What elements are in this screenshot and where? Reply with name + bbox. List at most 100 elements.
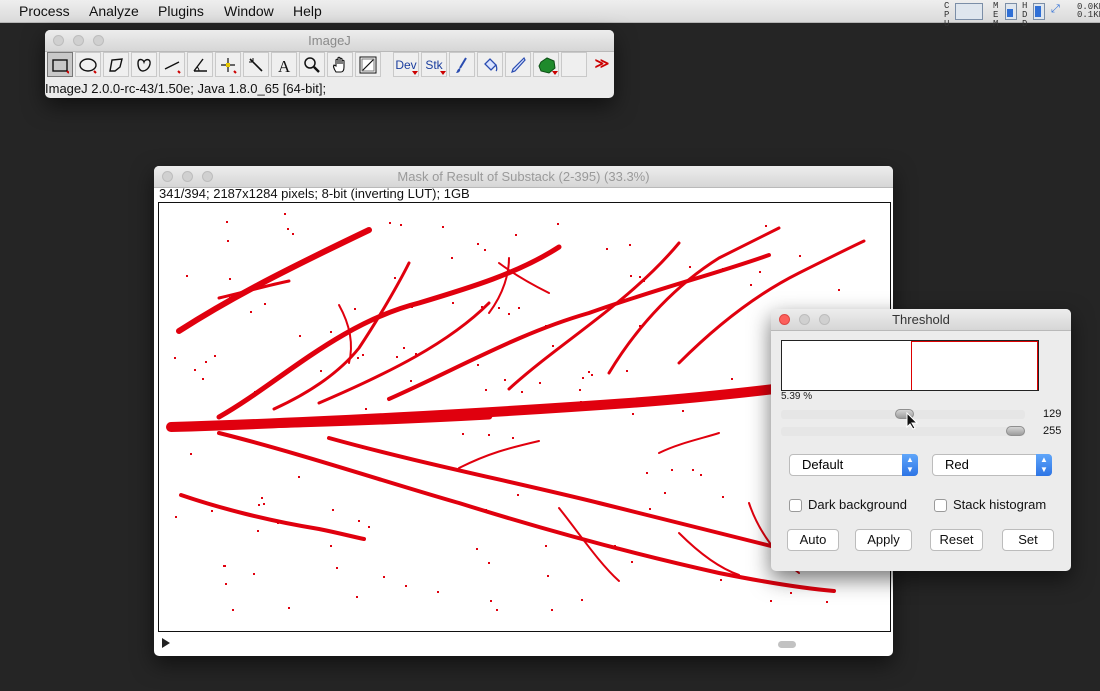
text-tool[interactable]: A	[271, 52, 297, 77]
slice-scroll-thumb[interactable]	[778, 641, 796, 648]
set-button[interactable]: Set	[1002, 529, 1054, 551]
minimize-button[interactable]	[799, 314, 810, 325]
freehand-selection-icon	[137, 58, 151, 72]
polygon-selection-icon	[109, 58, 123, 72]
freehand-selection-tool[interactable]	[131, 52, 157, 77]
wand-tool-icon	[249, 58, 263, 72]
developer-menu-icon: Dev	[395, 58, 417, 72]
flood-fill-tool[interactable]	[477, 52, 503, 77]
dropdown-corner-icon	[440, 71, 446, 75]
angle-tool[interactable]	[187, 52, 213, 77]
more-tools-icon: ≫	[594, 55, 610, 71]
color-picker-tool[interactable]	[355, 52, 381, 77]
upper-threshold-value: 255	[1043, 425, 1062, 437]
stack-tools-menu[interactable]: Stk	[421, 52, 447, 77]
imagej-title: ImageJ	[308, 33, 351, 48]
net-down-label: 0.1KB	[1077, 10, 1100, 20]
lower-threshold-value: 129	[1043, 408, 1062, 420]
empty-tool-slot[interactable]	[561, 52, 587, 77]
mem-label: MEM	[993, 1, 999, 29]
line-selection-tool[interactable]	[159, 52, 185, 77]
flood-fill-icon	[484, 58, 498, 72]
hdd-meter-icon[interactable]	[1033, 3, 1045, 20]
pencil-tool-icon	[511, 56, 526, 73]
network-arrows-icon: ⤢	[1051, 3, 1060, 15]
image-window-title-bar[interactable]: Mask of Result of Substack (2-395) (33.3…	[154, 166, 893, 188]
upper-threshold-knob[interactable]	[1006, 426, 1025, 436]
stack-tools-icon: Stk	[425, 58, 443, 72]
close-button[interactable]	[53, 35, 64, 46]
auto-button[interactable]: Auto	[787, 529, 839, 551]
point-tool[interactable]	[215, 52, 241, 77]
plugin-tool[interactable]	[533, 52, 559, 77]
threshold-title: Threshold	[892, 312, 950, 327]
polygon-selection-tool[interactable]	[103, 52, 129, 77]
menu-process[interactable]: Process	[19, 3, 70, 19]
more-tools-button[interactable]: ≫	[589, 52, 615, 77]
dev-menu-tool[interactable]: Dev	[393, 52, 419, 77]
mem-meter-icon[interactable]	[1005, 3, 1017, 20]
dark-background-label: Dark background	[808, 497, 907, 512]
menu-help[interactable]: Help	[293, 3, 322, 19]
dropdown-corner-icon	[552, 71, 558, 75]
svg-text:A: A	[278, 57, 291, 74]
point-tool-icon	[221, 58, 237, 74]
select-arrows-icon: ▲ ▼	[902, 454, 918, 476]
brush-tool[interactable]	[449, 52, 475, 77]
dark-background-checkbox[interactable]	[789, 499, 802, 512]
oval-selection-tool[interactable]	[75, 52, 101, 77]
close-button[interactable]	[779, 314, 790, 325]
rectangle-selection-icon	[52, 59, 69, 74]
color-picker-icon	[359, 56, 377, 74]
threshold-dialog: Threshold 5.39 % 129 255 Default ▲ ▼ Red …	[771, 309, 1071, 571]
upper-threshold-slider[interactable]	[781, 426, 1025, 436]
image-info-text: 341/394; 2187x1284 pixels; 8-bit (invert…	[159, 186, 470, 201]
threshold-histogram	[781, 340, 1039, 391]
stack-histogram-checkbox[interactable]	[934, 499, 947, 512]
menu-analyze[interactable]: Analyze	[89, 3, 139, 19]
menu-plugins[interactable]: Plugins	[158, 3, 204, 19]
hand-scroll-icon	[333, 56, 345, 73]
method-select[interactable]: Default ▲ ▼	[789, 454, 918, 476]
minimize-button[interactable]	[182, 171, 193, 182]
pencil-tool[interactable]	[505, 52, 531, 77]
threshold-percent: 5.39 %	[781, 391, 813, 402]
zoom-button[interactable]	[202, 171, 213, 182]
threshold-range-marker	[911, 341, 1038, 390]
play-icon[interactable]	[162, 638, 170, 648]
menu-bar: Process Analyze Plugins Window Help CPU …	[0, 0, 1100, 29]
angle-tool-icon	[193, 58, 207, 72]
slice-scrollbar[interactable]	[158, 635, 889, 651]
imagej-status-text: ImageJ 2.0.0-rc-43/1.50e; Java 1.8.0_65 …	[45, 81, 327, 96]
display-mode-value: Red	[945, 457, 969, 472]
apply-button[interactable]: Apply	[855, 529, 912, 551]
hand-tool[interactable]	[327, 52, 353, 77]
reset-button[interactable]: Reset	[930, 529, 983, 551]
text-tool-icon: A	[278, 57, 291, 74]
rectangle-selection-tool[interactable]	[47, 52, 73, 77]
brush-tool-icon	[456, 57, 467, 73]
hdd-label: HDD	[1022, 1, 1028, 29]
zoom-button[interactable]	[819, 314, 830, 325]
stack-histogram-label: Stack histogram	[953, 497, 1047, 512]
minimize-button[interactable]	[73, 35, 84, 46]
line-selection-icon	[164, 61, 181, 74]
mouse-cursor-icon	[906, 412, 918, 430]
wand-tool[interactable]	[243, 52, 269, 77]
lower-threshold-slider[interactable]	[781, 409, 1025, 419]
zoom-button[interactable]	[93, 35, 104, 46]
threshold-title-bar[interactable]: Threshold	[771, 309, 1071, 331]
menu-window[interactable]: Window	[224, 3, 274, 19]
imagej-main-window: ImageJ A Dev Stk ≫ ImageJ 2.0.0-rc-43/1.…	[45, 30, 614, 98]
select-arrows-icon: ▲ ▼	[1036, 454, 1052, 476]
oval-selection-icon	[79, 58, 97, 74]
magnifier-tool[interactable]	[299, 52, 325, 77]
magnifying-glass-icon	[304, 57, 320, 73]
close-button[interactable]	[162, 171, 173, 182]
imagej-title-bar[interactable]: ImageJ	[45, 30, 614, 52]
display-mode-select[interactable]: Red ▲ ▼	[932, 454, 1052, 476]
method-select-value: Default	[802, 457, 844, 472]
cpu-meter-icon[interactable]	[955, 3, 983, 20]
dropdown-corner-icon	[412, 71, 418, 75]
image-window-title: Mask of Result of Substack (2-395) (33.3…	[397, 169, 650, 184]
